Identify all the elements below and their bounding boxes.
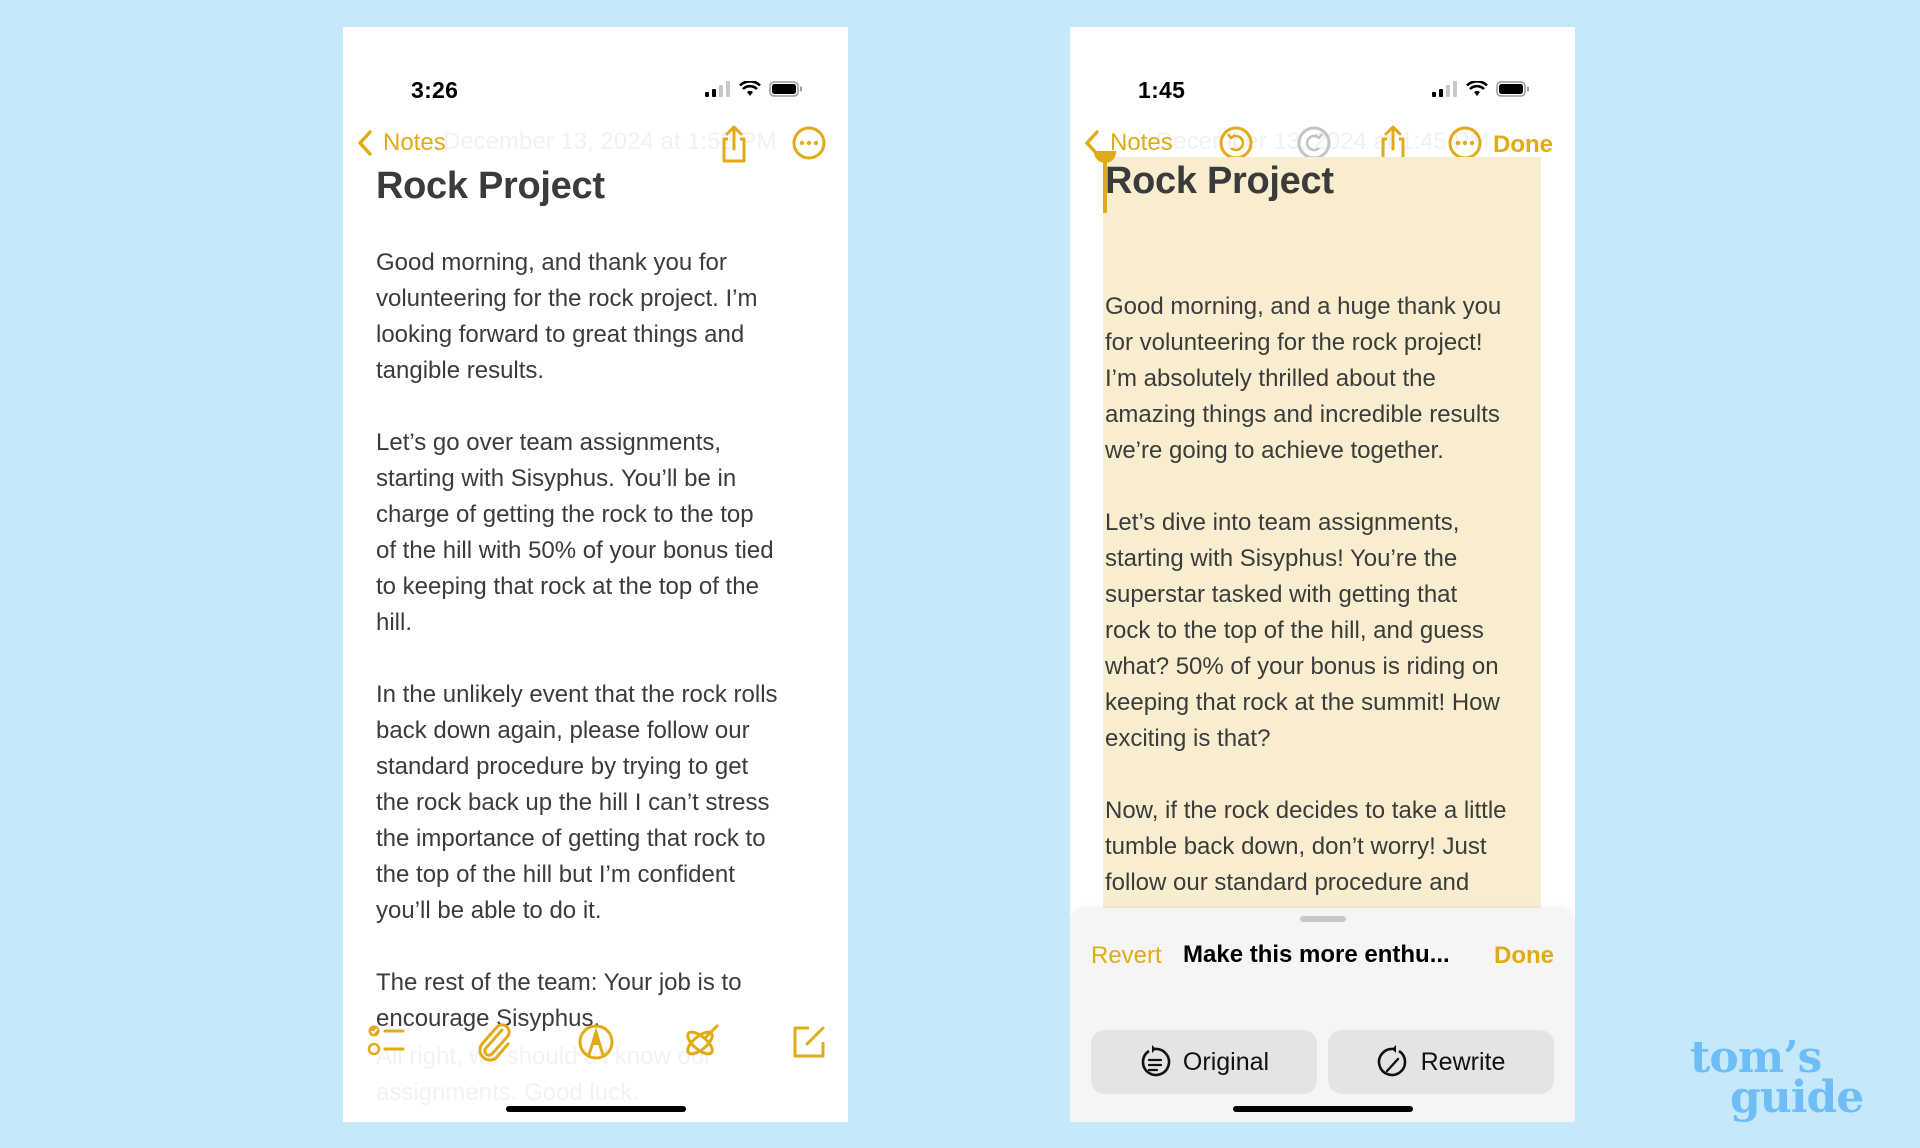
checklist-button[interactable] — [367, 1022, 407, 1062]
undo-button[interactable] — [1218, 125, 1254, 161]
original-button[interactable]: Original — [1091, 1030, 1317, 1094]
note-paragraph: Good morning, and thank you for voluntee… — [376, 249, 758, 384]
logo-line-2: guide — [1730, 1072, 1864, 1123]
phone-screen-rewritten: 1:45 December 13, 2024 at 1:45 PM Notes … — [1070, 27, 1575, 1122]
wifi-icon — [739, 81, 761, 96]
redo-button[interactable] — [1296, 125, 1332, 161]
sheet-grabber[interactable] — [1299, 916, 1346, 922]
back-label: Notes — [383, 129, 446, 156]
markup-button[interactable] — [576, 1022, 616, 1062]
note-paragraph: Let’s dive into team assignments, starti… — [1105, 509, 1500, 752]
writing-tools-icon — [686, 1024, 719, 1056]
home-indicator[interactable] — [505, 1106, 686, 1112]
wifi-icon — [1466, 81, 1488, 96]
writing-tools-sheet: Revert Make this more enthu... Done Orig… — [1070, 908, 1575, 1122]
status-icons — [705, 81, 803, 97]
share-button[interactable] — [1375, 125, 1411, 163]
rewrite-icon — [1377, 1045, 1406, 1077]
rewrite-label: Rewrite — [1420, 1047, 1506, 1076]
status-time: 1:45 — [1138, 77, 1186, 103]
more-options-button[interactable] — [791, 125, 827, 161]
signal-icon — [705, 81, 730, 97]
status-time: 3:26 — [411, 77, 459, 103]
battery-icon — [769, 81, 802, 97]
paperclip-icon — [478, 1023, 511, 1062]
original-text-icon — [1141, 1045, 1171, 1077]
attachment-button[interactable] — [474, 1022, 514, 1062]
toms-guide-logo: tom’s guide — [1690, 1036, 1864, 1123]
rewrite-prompt-title: Make this more enthu... — [1183, 941, 1450, 968]
battery-icon — [1496, 81, 1529, 97]
original-label: Original — [1182, 1047, 1270, 1076]
note-paragraph: Good morning, and a huge thank you for v… — [1105, 293, 1502, 464]
pen-tip-icon — [578, 1024, 614, 1060]
revert-button[interactable]: Revert — [1091, 942, 1162, 970]
back-label: Notes — [1110, 129, 1173, 156]
bottom-toolbar — [343, 1022, 848, 1078]
signal-icon — [1432, 81, 1457, 97]
phone-screen-original: 3:26 December 13, 2024 at 1:52 PM Notes … — [343, 27, 848, 1122]
more-icon — [1448, 126, 1482, 160]
home-indicator[interactable] — [1232, 1106, 1413, 1112]
done-button[interactable]: Done — [1493, 131, 1553, 159]
sheet-done-button[interactable]: Done — [1494, 942, 1554, 970]
writing-tools-button[interactable] — [681, 1022, 721, 1062]
note-title[interactable]: Rock Project — [1105, 160, 1334, 203]
compose-button[interactable] — [789, 1022, 829, 1062]
back-to-notes-button[interactable]: Notes — [357, 129, 446, 157]
note-paragraph: Let’s go over team assignments, starting… — [376, 429, 774, 636]
undo-icon — [1219, 126, 1253, 160]
share-button[interactable] — [716, 125, 752, 163]
note-title[interactable]: Rock Project — [376, 165, 605, 208]
note-body[interactable]: Good morning, and a huge thank you for v… — [1105, 289, 1545, 973]
chevron-left-icon — [358, 130, 372, 156]
checklist-icon — [367, 1025, 405, 1056]
more-icon — [792, 126, 826, 160]
note-body[interactable]: Good morning, and thank you for voluntee… — [376, 245, 826, 1073]
status-icons — [1432, 81, 1530, 97]
more-options-button[interactable] — [1447, 125, 1483, 161]
note-paragraph: In the unlikely event that the rock roll… — [376, 681, 778, 924]
compose-icon — [793, 1026, 825, 1058]
redo-icon — [1297, 126, 1331, 160]
rewrite-button[interactable]: Rewrite — [1328, 1030, 1554, 1094]
share-icon — [722, 125, 746, 163]
